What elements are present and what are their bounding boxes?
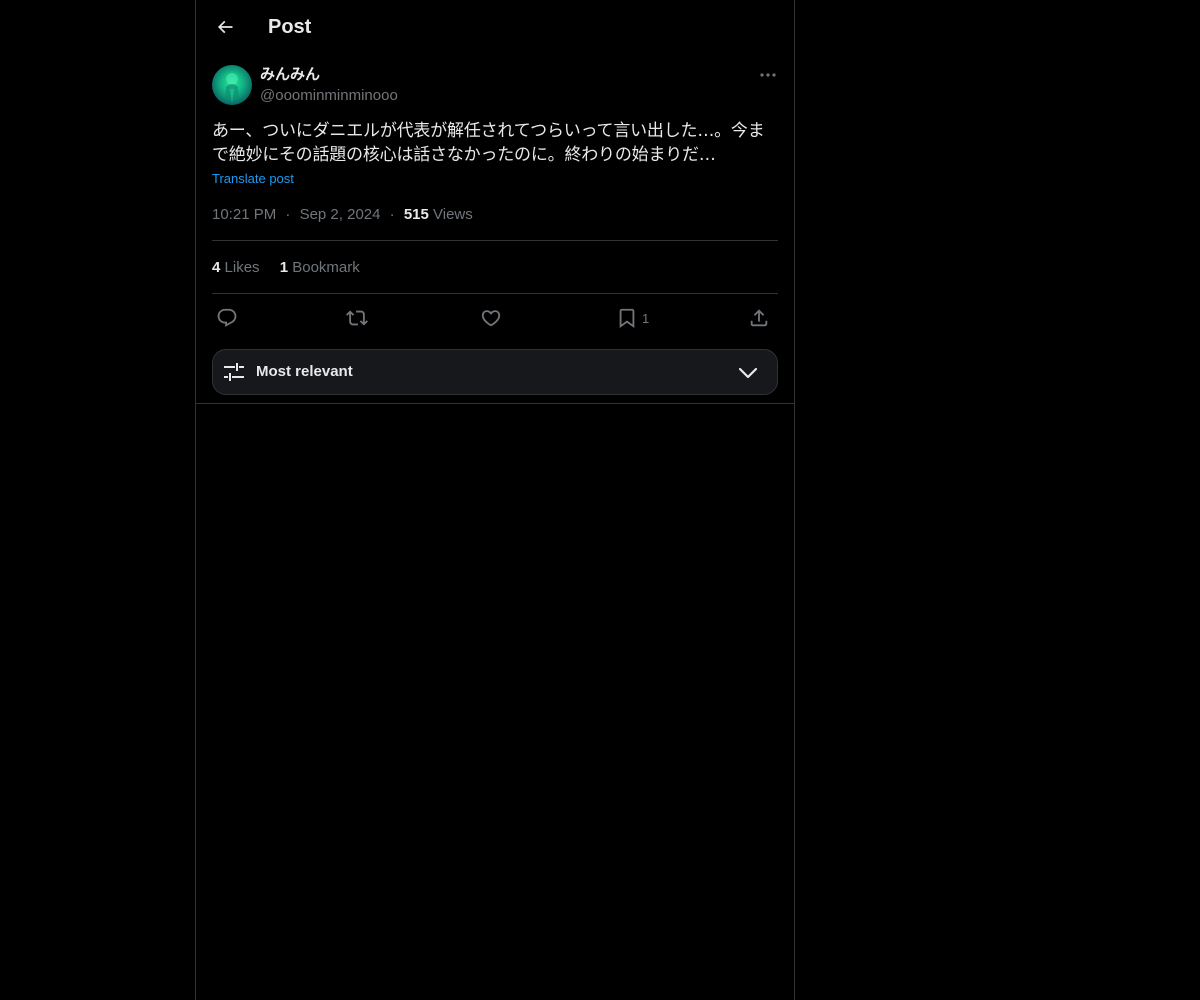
divider: [196, 403, 794, 404]
likes-count: 4: [212, 259, 221, 276]
bookmark-count: 1: [642, 310, 650, 326]
bookmarks-count: 1: [279, 259, 289, 276]
share-button[interactable]: [748, 304, 770, 332]
author-handle[interactable]: @ooominminminooo: [260, 87, 398, 105]
action-bar: 1: [212, 304, 778, 332]
more-options-button[interactable]: [754, 64, 782, 86]
heart-icon: [480, 307, 502, 329]
post-date[interactable]: Sep 2, 2024: [300, 206, 381, 223]
post-text: あー、ついにダニエルが代表が解任されてつらいって言い出した…。今ま で絶妙にその…: [212, 119, 778, 167]
meta-separator: ·: [285, 206, 291, 223]
post-metadata: 10:21 PM · Sep 2, 2024 · 515 Views: [212, 206, 473, 224]
page-title: Post: [268, 16, 312, 38]
engagement-stats: 4 Likes 1 Bookmark: [212, 259, 376, 277]
views-count: 515: [403, 206, 429, 223]
bookmark-button[interactable]: 1: [616, 304, 649, 332]
post-text-line-1: あー、ついにダニエルが代表が解任されてつらいって言い出した…。今ま: [212, 121, 765, 141]
avatar[interactable]: [212, 65, 252, 105]
share-icon: [748, 307, 770, 329]
back-button[interactable]: [208, 10, 242, 44]
header: Post: [196, 0, 794, 54]
like-button[interactable]: [480, 304, 502, 332]
reply-button[interactable]: [216, 304, 238, 332]
likes-stat[interactable]: 4 Likes: [212, 259, 260, 277]
post-text-line-2: で絶妙にその話題の核心は話さなかったのに。終わりの始まりだ…: [212, 145, 716, 165]
meta-separator: ·: [389, 206, 395, 223]
arrow-left-icon: [215, 17, 235, 37]
bookmark-icon: [616, 307, 638, 329]
sort-label: Most relevant: [256, 363, 353, 380]
sliders-icon: [223, 361, 245, 383]
likes-label: Likes: [224, 259, 260, 276]
chevron-down-icon: [737, 362, 759, 384]
post-time[interactable]: 10:21 PM: [212, 206, 276, 223]
bookmarks-stat[interactable]: 1 Bookmark: [280, 259, 360, 277]
views-label: Views: [433, 206, 473, 223]
more-dots-icon: [760, 73, 776, 77]
divider: [212, 240, 778, 241]
reply-icon: [216, 307, 238, 329]
repost-button[interactable]: [346, 304, 368, 332]
bookmarks-label: Bookmark: [292, 259, 360, 276]
translate-post-link[interactable]: Translate post: [212, 171, 294, 187]
author-display-name[interactable]: みんみん: [260, 66, 320, 84]
primary-column: Post みんみん @ooominminminooo あー、ついにダニエルが代表…: [195, 0, 795, 1000]
divider: [212, 293, 778, 294]
repost-icon: [346, 307, 368, 329]
sort-replies-dropdown[interactable]: Most relevant: [212, 349, 778, 395]
